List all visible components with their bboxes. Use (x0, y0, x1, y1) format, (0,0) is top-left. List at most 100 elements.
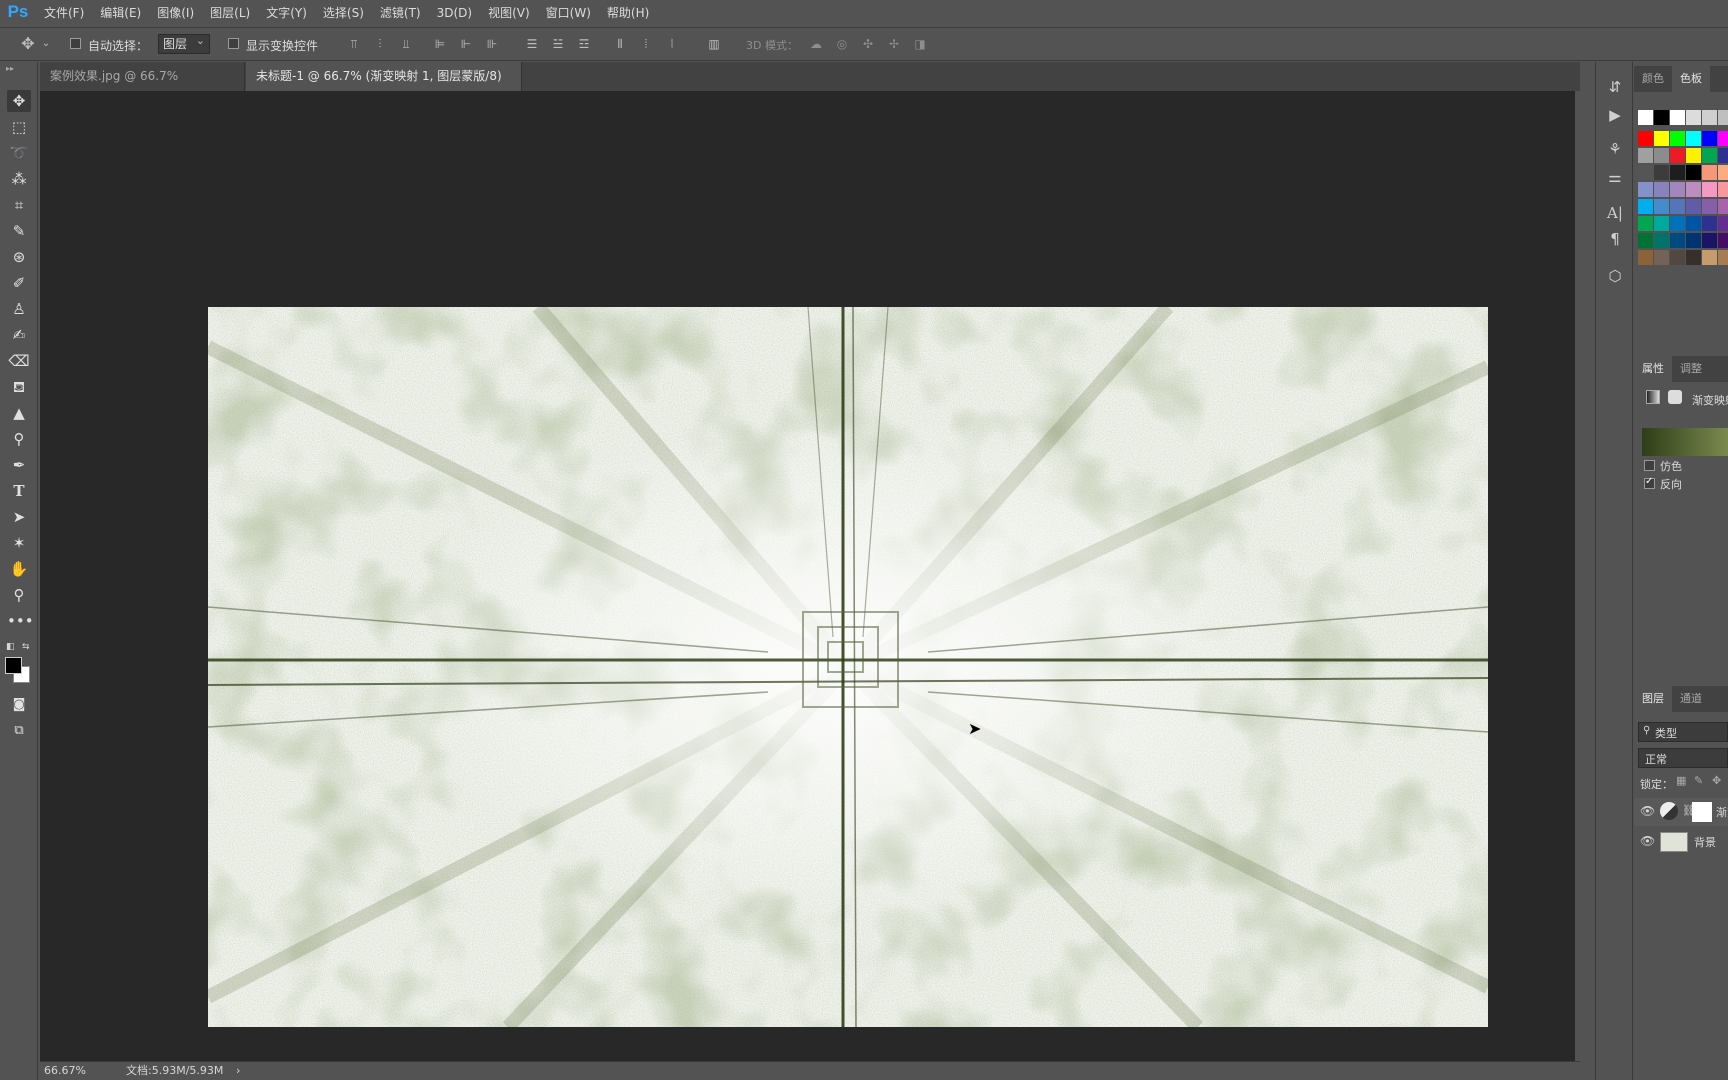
type-tool-icon[interactable]: T (7, 480, 31, 502)
color-swatch[interactable] (1718, 199, 1728, 214)
color-swatch[interactable] (1718, 233, 1728, 248)
tab-adjustments[interactable]: 调整 (1672, 356, 1710, 382)
distribute-hcenter-icon[interactable]: ⦙ (638, 36, 654, 52)
chevron-down-icon[interactable]: ⌄ (38, 36, 54, 52)
dodge-tool-icon[interactable]: ⚲ (7, 428, 31, 450)
align-bottom-icon[interactable]: ⫫ (398, 36, 414, 52)
color-swatch[interactable] (1654, 216, 1669, 231)
layer-row[interactable]: 👁 背景 (1634, 828, 1728, 856)
tab-color[interactable]: 颜色 (1634, 66, 1672, 92)
dither-checkbox[interactable] (1644, 460, 1655, 471)
document-canvas[interactable] (208, 307, 1488, 1027)
healing-brush-tool-icon[interactable]: ⊛ (7, 246, 31, 268)
paragraph-panel-icon[interactable]: ¶ (1603, 228, 1627, 250)
auto-select-target-dropdown[interactable]: 图层 (158, 32, 210, 54)
color-swatch[interactable] (1670, 148, 1685, 163)
color-swatch[interactable] (1702, 199, 1717, 214)
menu-help[interactable]: 帮助(H) (599, 0, 657, 26)
distribute-vcenter-icon[interactable]: ☱ (550, 36, 566, 52)
zoom-tool-icon[interactable]: ⚲ (7, 584, 31, 606)
color-swatch[interactable] (1670, 233, 1685, 248)
color-swatch[interactable] (1702, 165, 1717, 180)
auto-select-checkbox[interactable] (70, 38, 81, 49)
color-swatch[interactable] (1670, 165, 1685, 180)
color-swatch[interactable] (1718, 148, 1728, 163)
collapse-icon[interactable]: ▸▸ (6, 64, 14, 73)
eyedropper-tool-icon[interactable]: ✎ (7, 220, 31, 242)
color-swatch[interactable] (1638, 131, 1653, 146)
character-panel-icon[interactable]: A| (1603, 202, 1627, 224)
blur-tool-icon[interactable]: ▲ (7, 402, 31, 424)
layer-row[interactable]: 👁 ⛓ 渐变映射 1 (1634, 798, 1728, 826)
auto-align-icon[interactable]: ▥ (706, 36, 722, 52)
distribute-top-icon[interactable]: ☰ (524, 36, 540, 52)
menu-select[interactable]: 选择(S) (315, 0, 372, 26)
menu-image[interactable]: 图像(I) (149, 0, 202, 26)
history-panel-icon[interactable]: ⇵ (1603, 76, 1627, 98)
distribute-left-icon[interactable]: ⦀ (612, 36, 628, 52)
color-swatch[interactable] (1654, 148, 1669, 163)
color-swatch[interactable] (1638, 148, 1653, 163)
color-swatch[interactable] (1686, 110, 1701, 125)
align-vcenter-icon[interactable]: ⫶ (372, 36, 388, 52)
color-swatch[interactable] (1702, 216, 1717, 231)
color-swatch[interactable] (1686, 182, 1701, 197)
color-swatch[interactable] (1718, 131, 1728, 146)
color-swatch[interactable] (1702, 148, 1717, 163)
menu-view[interactable]: 视图(V) (480, 0, 538, 26)
brush-panel-icon[interactable]: ⚘ (1603, 138, 1627, 160)
actions-play-icon[interactable]: ▶ (1603, 104, 1627, 126)
3d-panel-icon[interactable]: ⬡ (1603, 265, 1627, 287)
color-swatch[interactable] (1654, 199, 1669, 214)
color-swatch[interactable] (1686, 250, 1701, 265)
menu-3d[interactable]: 3D(D) (429, 0, 480, 26)
align-right-icon[interactable]: ⊪ (484, 36, 500, 52)
menu-file[interactable]: 文件(F) (36, 0, 92, 26)
color-swatch[interactable] (1702, 250, 1717, 265)
color-swatch[interactable] (1686, 165, 1701, 180)
color-swatch[interactable] (1670, 199, 1685, 214)
more-tools-icon[interactable]: ••• (7, 610, 34, 632)
color-swatch[interactable] (1718, 182, 1728, 197)
color-swatch[interactable] (1686, 148, 1701, 163)
menu-type[interactable]: 文字(Y) (258, 0, 315, 26)
color-swatch[interactable] (1702, 233, 1717, 248)
color-swatch[interactable] (1686, 199, 1701, 214)
document-tab-active[interactable]: 未标题-1 @ 66.7% (渐变映射 1, 图层蒙版/8) *× (246, 62, 522, 112)
tab-layers[interactable]: 图层 (1634, 686, 1672, 712)
align-left-icon[interactable]: ⊫ (432, 36, 448, 52)
marquee-tool-icon[interactable]: ⬚ (7, 116, 31, 138)
status-menu-arrow-icon[interactable]: › (236, 1062, 240, 1080)
distribute-right-icon[interactable]: ⦚ (664, 36, 680, 52)
lock-position-icon[interactable]: ✥ (1712, 774, 1721, 787)
zoom-level[interactable]: 66.67% (44, 1062, 86, 1080)
move-tool-preset-icon[interactable]: ✥ (20, 36, 36, 52)
3d-pan-icon[interactable]: ✣ (860, 36, 876, 52)
crop-tool-icon[interactable]: ⌗ (7, 194, 31, 216)
color-swatch[interactable] (1654, 131, 1669, 146)
blend-mode-dropdown[interactable]: 正常 (1638, 748, 1728, 768)
color-swatch[interactable] (1654, 233, 1669, 248)
lasso-tool-icon[interactable]: ➰ (7, 142, 31, 164)
brush-tool-icon[interactable]: ✐ (7, 272, 31, 294)
menu-layer[interactable]: 图层(L) (202, 0, 258, 26)
tab-channels[interactable]: 通道 (1672, 686, 1710, 712)
align-hcenter-icon[interactable]: ⊩ (458, 36, 474, 52)
visibility-eye-icon[interactable]: 👁 (1640, 804, 1655, 818)
canvas-workspace[interactable]: ➤ (40, 91, 1575, 1061)
tab-properties[interactable]: 属性 (1634, 356, 1672, 382)
color-swatch[interactable] (1686, 216, 1701, 231)
visibility-eye-icon[interactable]: 👁 (1640, 834, 1655, 848)
document-tab[interactable]: 案例效果.jpg @ 66.7%(RGB/8#)× (40, 62, 245, 112)
color-swatch[interactable] (1670, 182, 1685, 197)
layer-filter-dropdown[interactable]: ⚲ 类型 (1638, 722, 1728, 742)
color-swatch[interactable] (1670, 250, 1685, 265)
adjustments-sliders-icon[interactable]: ⚌ (1603, 166, 1627, 188)
color-swatch[interactable] (1638, 182, 1653, 197)
swap-colors-icon[interactable]: ⇆ (22, 642, 30, 652)
lock-transparent-icon[interactable]: ▦ (1676, 774, 1686, 787)
lock-pixels-icon[interactable]: ✎ (1694, 774, 1703, 787)
color-swatch[interactable] (1638, 233, 1653, 248)
3d-orbit-icon[interactable]: ☁ (808, 36, 824, 52)
3d-slide-icon[interactable]: ✢ (886, 36, 902, 52)
